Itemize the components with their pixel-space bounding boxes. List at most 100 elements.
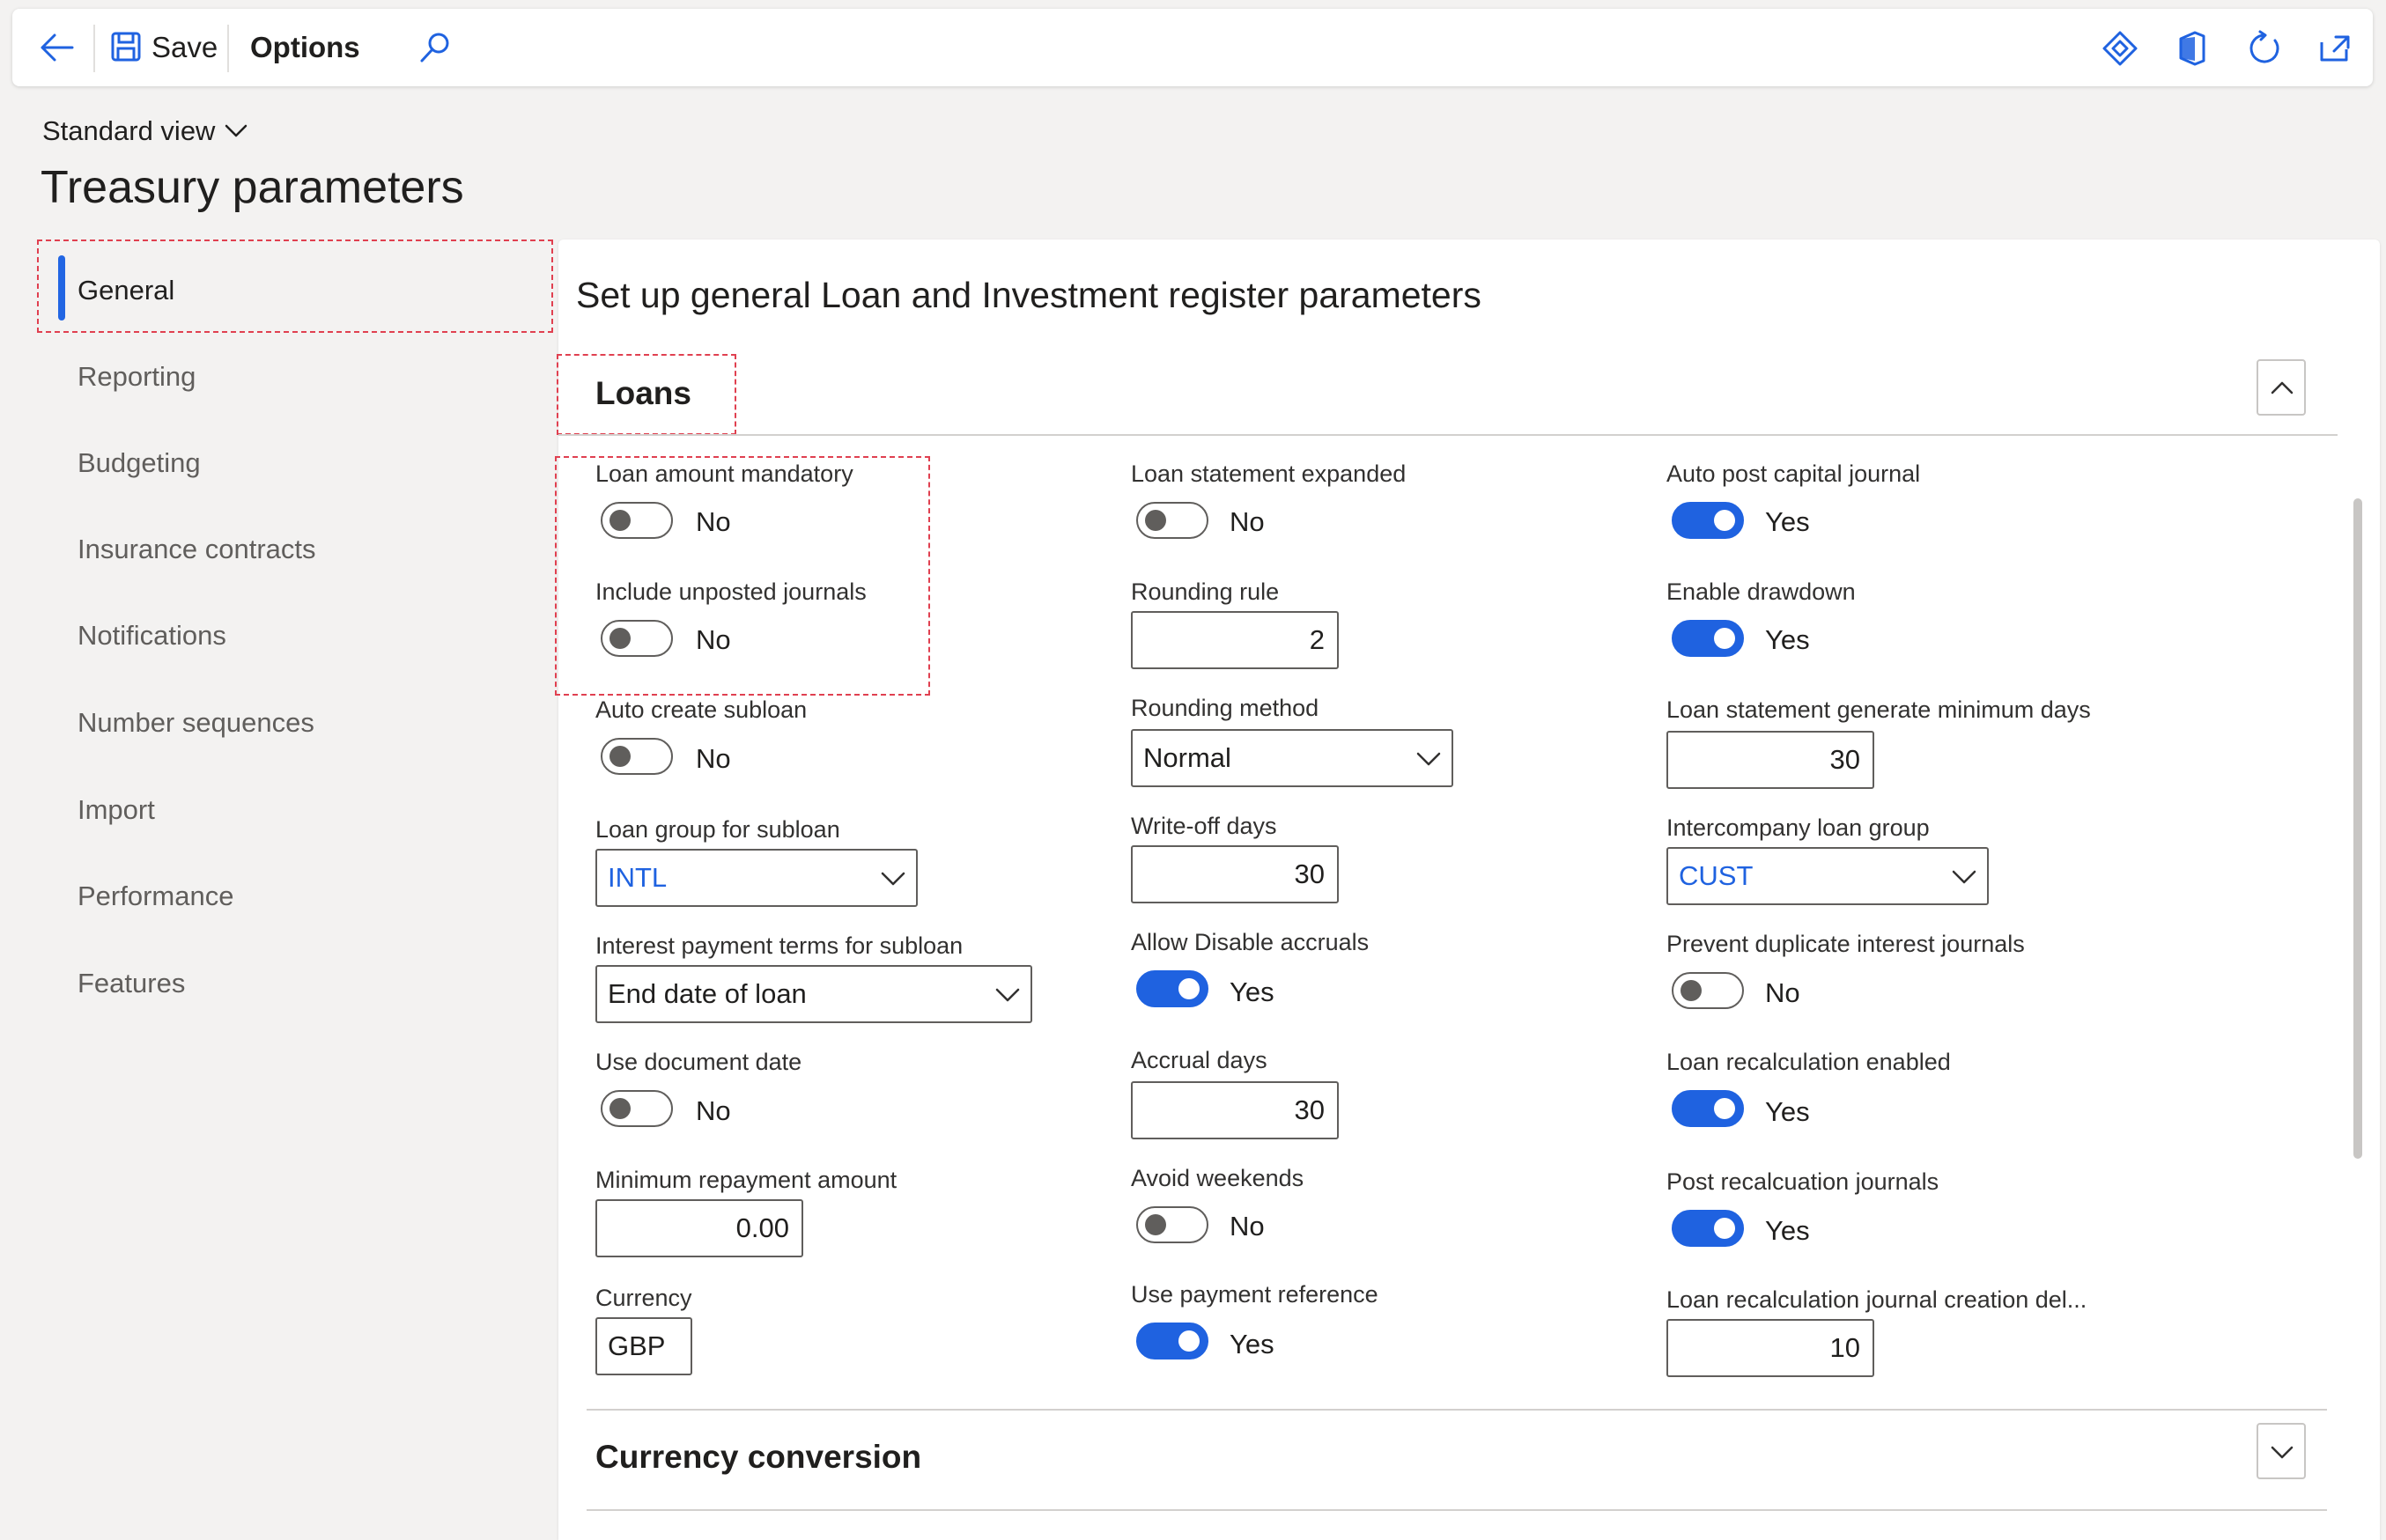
field-label: Use document date <box>595 1049 802 1075</box>
sidebar-item-number-sequences[interactable]: Number sequences <box>78 704 314 742</box>
select-value: CUST <box>1679 860 1754 891</box>
back-arrow-icon[interactable] <box>39 32 74 63</box>
accrual-days-input[interactable]: 30 <box>1131 1081 1339 1139</box>
auto-post-capital-journal-toggle[interactable] <box>1672 502 1744 539</box>
sidebar-item-features[interactable]: Features <box>78 964 185 1003</box>
diamond-icon[interactable] <box>2102 30 2139 67</box>
toggle-value: No <box>696 624 731 655</box>
post-recalculation-journals-toggle[interactable] <box>1672 1210 1744 1247</box>
chevron-up-icon <box>2271 381 2294 394</box>
toggle-knob <box>1714 510 1735 531</box>
field-label: Loan group for subloan <box>595 816 840 843</box>
save-button[interactable]: Save <box>151 28 218 67</box>
office-icon[interactable] <box>2174 30 2211 67</box>
search-icon[interactable] <box>417 30 453 65</box>
fasttab-currency-conversion-title[interactable]: Currency conversion <box>595 1435 921 1479</box>
toggle-value: No <box>696 1095 731 1126</box>
sidebar-item-import[interactable]: Import <box>78 791 155 829</box>
toggle-knob <box>1145 1214 1166 1235</box>
prevent-duplicate-interest-toggle[interactable] <box>1672 972 1744 1009</box>
rounding-rule-input[interactable]: 2 <box>1131 611 1339 669</box>
field-label: Auto create subloan <box>595 696 808 723</box>
avoid-weekends-toggle[interactable] <box>1136 1206 1208 1243</box>
loan-statement-expanded-toggle[interactable] <box>1136 502 1208 539</box>
open-new-window-icon[interactable] <box>2316 30 2353 67</box>
fasttab-loans-title[interactable]: Loans <box>595 372 691 416</box>
highlight-box-general <box>37 239 553 333</box>
sidebar-item-notifications[interactable]: Notifications <box>78 616 226 655</box>
field-label: Loan recalculation journal creation del.… <box>1666 1286 2087 1313</box>
toggle-value: No <box>1230 506 1265 537</box>
field-label: Intercompany loan group <box>1666 814 1930 841</box>
toggle-value: No <box>696 743 731 774</box>
collapse-loans-button[interactable] <box>2257 359 2306 416</box>
loan-group-subloan-select[interactable]: INTL <box>595 849 918 907</box>
refresh-icon[interactable] <box>2246 30 2283 67</box>
toggle-knob <box>1681 980 1702 1001</box>
field-label: Rounding method <box>1131 695 1319 721</box>
minimum-repayment-amount-input[interactable]: 0.00 <box>595 1199 803 1257</box>
rounding-method-select[interactable]: Normal <box>1131 729 1453 787</box>
recalc-journal-delay-input[interactable]: 10 <box>1666 1319 1874 1377</box>
toggle-value: Yes <box>1765 1096 1810 1127</box>
toggle-knob <box>609 746 631 767</box>
sidebar-item-insurance-contracts[interactable]: Insurance contracts <box>78 530 316 569</box>
field-label: Interest payment terms for subloan <box>595 932 964 959</box>
options-button[interactable]: Options <box>250 28 360 67</box>
toggle-knob <box>1178 978 1200 999</box>
intercompany-loan-group-select[interactable]: CUST <box>1666 847 1989 905</box>
allow-disable-accruals-toggle[interactable] <box>1136 970 1208 1007</box>
include-unposted-journals-toggle[interactable] <box>601 620 673 657</box>
toggle-value: No <box>1765 977 1800 1008</box>
sidebar-item-reporting[interactable]: Reporting <box>78 357 196 396</box>
action-pane: Save Options <box>12 9 2373 86</box>
vertical-scrollbar[interactable] <box>2353 498 2362 1159</box>
field-label: Post recalcuation journals <box>1666 1168 1939 1195</box>
field-label: Loan amount mandatory <box>595 461 853 487</box>
toggle-value: No <box>696 506 731 537</box>
currency-input[interactable]: GBP <box>595 1317 692 1375</box>
chevron-down-icon[interactable] <box>224 120 248 141</box>
chevron-down-icon <box>1416 752 1441 766</box>
loan-amount-mandatory-toggle[interactable] <box>601 502 673 539</box>
field-label: Include unposted journals <box>595 578 867 605</box>
field-label: Write-off days <box>1131 813 1277 839</box>
auto-create-subloan-toggle[interactable] <box>601 738 673 775</box>
expand-currency-conversion-button[interactable] <box>2257 1423 2306 1479</box>
toggle-knob <box>609 510 631 531</box>
enable-drawdown-toggle[interactable] <box>1672 620 1744 657</box>
sidebar-item-budgeting[interactable]: Budgeting <box>78 444 201 483</box>
fasttab-divider <box>558 434 2338 436</box>
fasttab-divider <box>587 1409 2327 1411</box>
input-value: 10 <box>1829 1332 1860 1363</box>
sidebar-item-performance[interactable]: Performance <box>78 877 233 916</box>
toggle-knob <box>1145 510 1166 531</box>
use-document-date-toggle[interactable] <box>601 1090 673 1127</box>
statement-min-days-input[interactable]: 30 <box>1666 731 1874 789</box>
view-selector[interactable]: Standard view <box>42 113 215 150</box>
select-value: INTL <box>608 862 668 893</box>
toolbar-divider <box>227 25 229 72</box>
loan-recalculation-enabled-toggle[interactable] <box>1672 1090 1744 1127</box>
field-label: Prevent duplicate interest journals <box>1666 931 2025 957</box>
field-label: Avoid weekends <box>1131 1165 1304 1191</box>
toggle-value: Yes <box>1765 506 1810 537</box>
field-label: Minimum repayment amount <box>595 1167 898 1193</box>
write-off-days-input[interactable]: 30 <box>1131 845 1339 903</box>
field-label: Accrual days <box>1131 1047 1267 1073</box>
field-label: Loan recalculation enabled <box>1666 1049 1951 1075</box>
interest-payment-terms-select[interactable]: End date of loan <box>595 965 1032 1023</box>
sidebar: General Reporting Budgeting Insurance co… <box>39 239 558 1540</box>
chevron-down-icon <box>995 988 1020 1002</box>
input-value: 0.00 <box>735 1212 789 1243</box>
input-value: GBP <box>608 1330 666 1361</box>
section-title: Set up general Loan and Investment regis… <box>576 275 1481 315</box>
save-icon[interactable] <box>111 32 141 62</box>
chevron-down-icon <box>2271 1446 2294 1459</box>
toggle-knob <box>609 628 631 649</box>
chevron-down-icon <box>881 872 905 886</box>
toggle-value: Yes <box>1765 1215 1810 1246</box>
use-payment-reference-toggle[interactable] <box>1136 1323 1208 1359</box>
field-label: Auto post capital journal <box>1666 461 1921 487</box>
toggle-value: Yes <box>1230 1329 1274 1359</box>
